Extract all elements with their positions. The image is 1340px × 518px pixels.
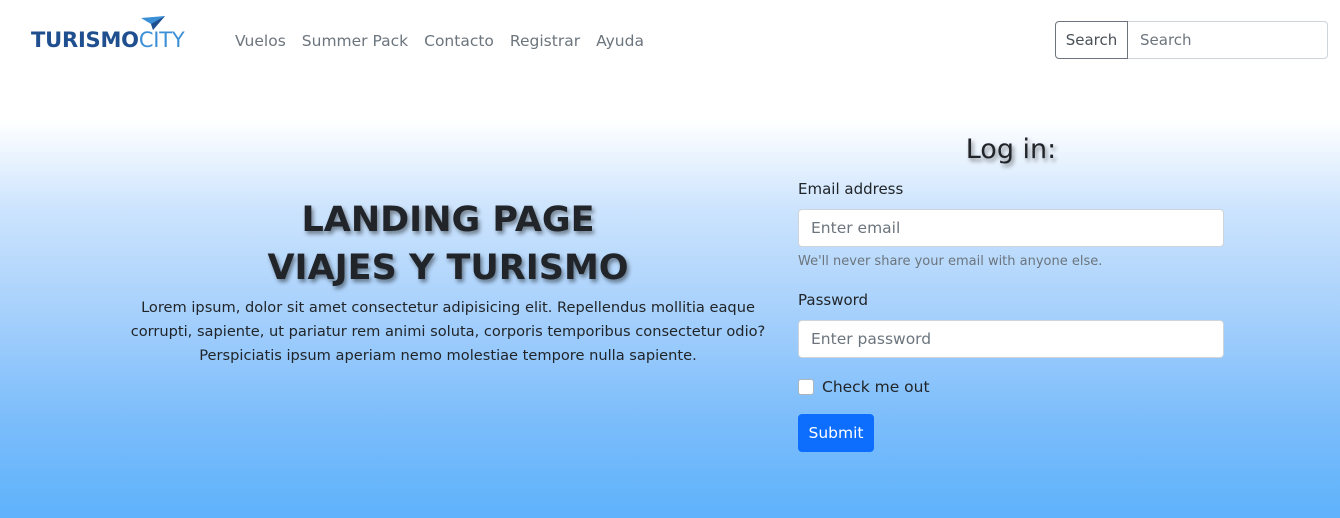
check-me-out-row: Check me out xyxy=(798,376,930,398)
nav-link-summer-pack[interactable]: Summer Pack xyxy=(302,29,408,53)
nav-link-ayuda[interactable]: Ayuda xyxy=(596,29,644,53)
hero-text: Lorem ipsum, dolor sit amet consectetur … xyxy=(130,299,766,364)
nav-link-vuelos[interactable]: Vuelos xyxy=(235,29,286,53)
check-me-out-label[interactable]: Check me out xyxy=(822,376,930,398)
search-button[interactable]: Search xyxy=(1055,21,1128,59)
nav-link-contacto[interactable]: Contacto xyxy=(424,29,494,53)
email-field[interactable] xyxy=(798,209,1224,247)
navbar: TURISMOCITY Vuelos Summer Pack Contacto … xyxy=(0,0,1340,80)
submit-button[interactable]: Submit xyxy=(798,414,874,452)
email-help-text: We'll never share your email with anyone… xyxy=(798,254,1103,269)
email-label: Email address xyxy=(798,180,904,198)
search-input[interactable] xyxy=(1128,21,1328,59)
nav-link-registrar[interactable]: Registrar xyxy=(510,29,580,53)
brand-name: TURISMOCITY xyxy=(31,28,185,52)
hero-section: LANDING PAGE VIAJES Y TURISMO Lorem ipsu… xyxy=(0,120,1340,518)
hero-title-line1: LANDING PAGE xyxy=(301,200,595,240)
check-me-out-checkbox[interactable] xyxy=(798,379,814,395)
hero-title-line2: VIAJES Y TURISMO xyxy=(267,248,629,288)
nav-links: Vuelos Summer Pack Contacto Registrar Ay… xyxy=(235,29,660,53)
password-label: Password xyxy=(798,291,869,309)
login-title: Log in: xyxy=(965,134,1057,165)
password-field[interactable] xyxy=(798,320,1224,358)
hero-title: LANDING PAGE VIAJES Y TURISMO xyxy=(148,196,748,292)
brand-logo[interactable]: TURISMOCITY xyxy=(31,16,191,56)
